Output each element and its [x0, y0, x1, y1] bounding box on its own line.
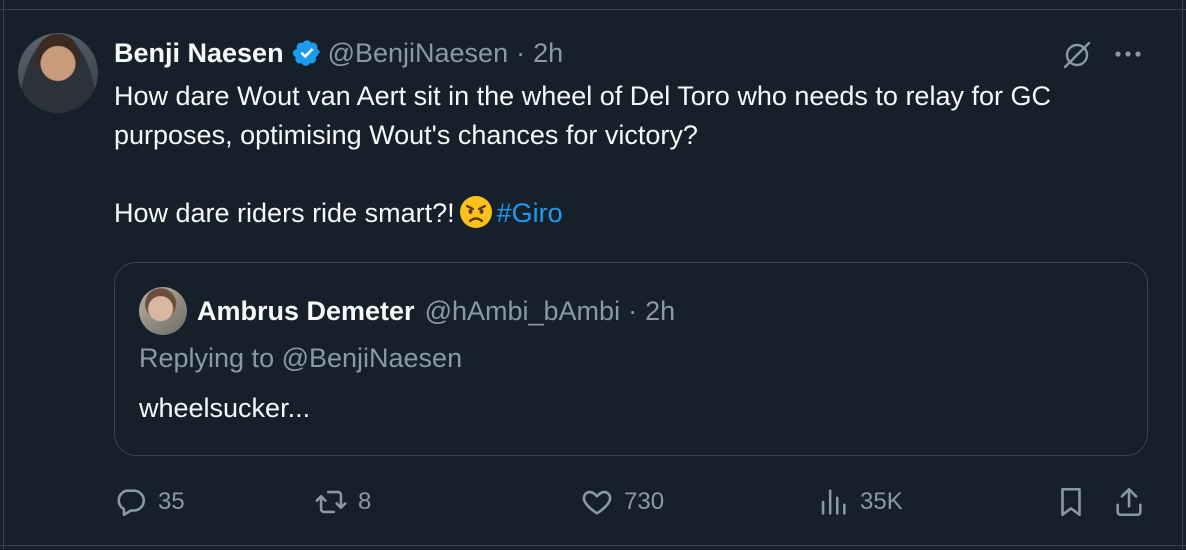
tweet-text-line-2: How dare riders ride smart?! #Giro — [114, 194, 1154, 233]
repost-count: 8 — [358, 488, 372, 515]
quote-header: Ambrus Demeter @hAmbi_bAmbi · 2h — [197, 291, 675, 331]
more-icon[interactable] — [1112, 42, 1144, 66]
quote-author-avatar[interactable] — [139, 287, 187, 335]
quote-text: wheelsucker... — [139, 393, 311, 423]
tweet-text: How dare Wout van Aert sit in the wheel … — [114, 77, 1154, 233]
top-border — [0, 0, 1186, 10]
bottom-border — [0, 545, 1186, 550]
angry-emoji-icon — [459, 195, 493, 229]
left-border — [0, 0, 4, 550]
hashtag-link[interactable]: #Giro — [497, 198, 563, 228]
author-name[interactable]: Benji Naesen — [114, 38, 284, 69]
reply-button[interactable]: 35 — [114, 480, 185, 524]
tweet-text-line-1: How dare Wout van Aert sit in the wheel … — [114, 81, 1051, 150]
author-avatar[interactable] — [18, 33, 98, 113]
bookmark-icon — [1061, 487, 1081, 517]
like-icon — [582, 490, 612, 515]
views-button[interactable]: 35K — [816, 480, 903, 524]
like-button[interactable]: 730 — [580, 480, 664, 524]
separator-dot: · — [516, 37, 526, 68]
right-border — [1182, 0, 1186, 550]
tweet-header: Benji Naesen @BenjiNaesen · 2h — [114, 33, 563, 73]
bookmark-button[interactable] — [1054, 480, 1088, 524]
quote-time[interactable]: 2h — [645, 296, 675, 327]
tweet-text-line-2-text: How dare riders ride smart?! — [114, 198, 455, 228]
views-icon — [821, 489, 846, 515]
reply-icon — [117, 489, 146, 517]
repost-icon — [315, 490, 347, 514]
repost-button[interactable]: 8 — [314, 480, 371, 524]
quote-author-handle[interactable]: @hAmbi_bAmbi — [425, 296, 621, 327]
like-count: 730 — [624, 488, 665, 515]
quote-author-name[interactable]: Ambrus Demeter — [197, 296, 415, 327]
reply-count: 35 — [158, 488, 185, 515]
tweet-time[interactable]: 2h — [533, 38, 563, 69]
share-icon — [1116, 487, 1142, 517]
action-bar: 35 8 730 35K — [114, 480, 1154, 524]
grok-icon[interactable] — [1060, 38, 1094, 72]
author-handle[interactable]: @BenjiNaesen — [328, 38, 509, 69]
quote-tweet-card[interactable]: Ambrus Demeter @hAmbi_bAmbi · 2h Replyin… — [114, 262, 1148, 456]
replying-to-text: Replying to @BenjiNaesen — [139, 343, 463, 373]
verified-icon — [292, 38, 322, 68]
quote-separator-dot: · — [628, 295, 638, 326]
share-button[interactable] — [1112, 480, 1146, 524]
views-count: 35K — [860, 488, 903, 515]
